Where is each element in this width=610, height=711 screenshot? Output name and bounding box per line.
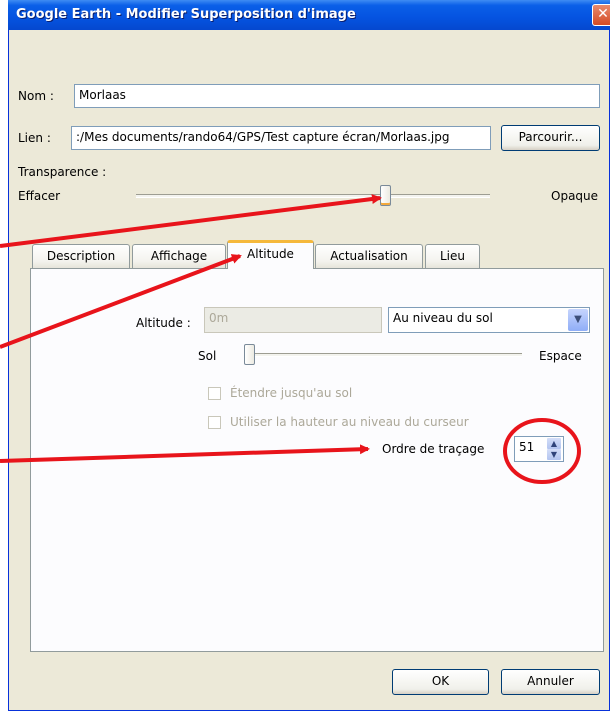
chevron-down-icon[interactable]: ▼ (568, 309, 588, 331)
altitude-label: Altitude : (136, 316, 191, 330)
name-input[interactable]: Morlaas (74, 84, 600, 108)
transparency-slider-track[interactable] (136, 194, 490, 198)
altitude-input[interactable]: 0m (204, 307, 382, 333)
altitude-slider-min-label: Sol (198, 349, 217, 363)
name-value: Morlaas (79, 88, 126, 102)
tab-altitude[interactable]: Altitude (227, 240, 314, 269)
spin-down-icon[interactable]: ▼ (547, 449, 561, 460)
ok-button[interactable]: OK (392, 669, 489, 695)
tab-actualisation[interactable]: Actualisation (315, 244, 423, 268)
extend-to-ground-checkbox[interactable] (208, 387, 221, 400)
browse-button[interactable]: Parcourir... (501, 125, 600, 151)
transparency-label: Transparence : (18, 165, 107, 179)
tab-lieu[interactable]: Lieu (425, 244, 480, 268)
transparency-min-label: Effacer (18, 189, 61, 203)
altitude-slider-max-label: Espace (539, 349, 582, 363)
use-cursor-height-checkbox[interactable] (208, 416, 221, 429)
altitude-slider-thumb[interactable] (244, 344, 255, 365)
altitude-placeholder: 0m (209, 311, 229, 325)
use-cursor-height-label: Utiliser la hauteur au niveau du curseur (230, 415, 469, 429)
extend-to-ground-label: Étendre jusqu'au sol (230, 386, 353, 400)
tab-affichage[interactable]: Affichage (132, 244, 226, 268)
draw-order-value: 51 (519, 440, 535, 454)
close-icon: ✕ (597, 6, 609, 22)
cancel-button[interactable]: Annuler (501, 669, 600, 695)
close-button[interactable]: ✕ (592, 4, 610, 26)
edit-image-overlay-dialog: Google Earth - Modifier Superposition d'… (8, 0, 610, 711)
tab-description[interactable]: Description (32, 244, 130, 268)
altitude-slider-track[interactable] (244, 353, 522, 357)
window-title: Google Earth - Modifier Superposition d'… (16, 7, 356, 22)
transparency-max-label: Opaque (551, 189, 599, 203)
link-value: :/Mes documents/rando64/GPS/Test capture… (76, 130, 450, 144)
altitude-mode-select[interactable]: Au niveau du sol ▼ (388, 307, 590, 333)
title-bar[interactable]: Google Earth - Modifier Superposition d'… (8, 0, 610, 30)
name-label: Nom : (18, 89, 54, 103)
draw-order-spinner[interactable]: 51 ▲ ▼ (514, 436, 564, 462)
spin-up-icon[interactable]: ▲ (547, 438, 561, 449)
link-label: Lien : (18, 131, 51, 145)
altitude-mode-value: Au niveau du sol (393, 311, 493, 325)
draw-order-label: Ordre de traçage (382, 442, 485, 456)
transparency-slider-thumb[interactable] (379, 185, 391, 206)
link-input[interactable]: :/Mes documents/rando64/GPS/Test capture… (71, 126, 491, 150)
